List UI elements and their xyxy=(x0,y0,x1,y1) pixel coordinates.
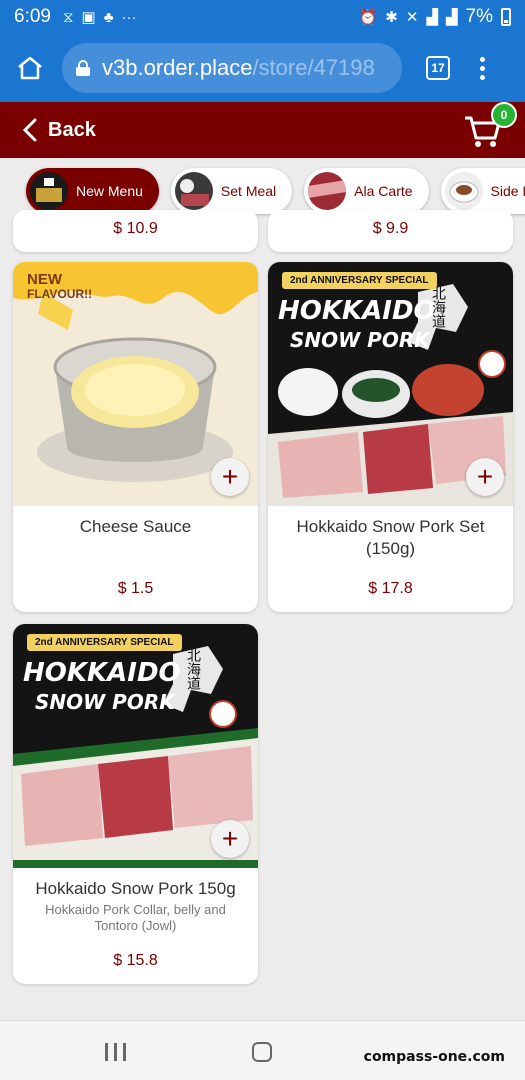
add-to-cart-button[interactable]: + xyxy=(466,458,504,496)
product-price: $ 9.9 xyxy=(372,220,409,237)
category-side-dish[interactable]: Side Dish xyxy=(440,168,525,214)
clock: 6:09 xyxy=(14,6,51,27)
battery-percent: 7% xyxy=(465,6,493,27)
anniversary-banner: 2nd ANNIVERSARY SPECIAL xyxy=(282,272,437,289)
product-card[interactable]: $ 9.9 xyxy=(268,210,513,252)
product-name: Cheese Sauce xyxy=(79,517,192,536)
promo-title-line-1: HOKKAIDO xyxy=(278,296,436,326)
product-name: Hokkaido Snow Pork Set (150g) xyxy=(296,517,485,558)
promo-title-line-2: SNOW PORK xyxy=(35,690,175,714)
product-image: 2nd ANNIVERSARY SPECIAL HOKKAIDO SNOW PO… xyxy=(13,624,258,868)
promo-japanese-text: 北海道 xyxy=(185,648,201,690)
product-card[interactable]: 2nd ANNIVERSARY SPECIAL HOKKAIDO SNOW PO… xyxy=(268,262,513,612)
product-description: Hokkaido Pork Collar, belly and Tontoro … xyxy=(45,902,226,933)
system-navigation-bar: compass-one.com xyxy=(0,1020,525,1080)
product-card[interactable]: 2nd ANNIVERSARY SPECIAL HOKKAIDO SNOW PO… xyxy=(13,624,258,984)
product-card[interactable]: $ 10.9 xyxy=(13,210,258,252)
cart-button[interactable]: 0 xyxy=(463,102,517,150)
back-label: Back xyxy=(48,118,96,141)
badge-line-1: NEW xyxy=(27,271,62,288)
category-label: Ala Carte xyxy=(354,183,413,199)
add-to-cart-button[interactable]: + xyxy=(211,820,249,858)
category-label: New Menu xyxy=(76,183,143,199)
home-icon[interactable] xyxy=(12,50,48,86)
new-flavour-badge: NEW FLAVOUR!! xyxy=(27,272,92,302)
image-icon: ▣ xyxy=(81,9,96,26)
home-nav-icon[interactable] xyxy=(252,1042,272,1062)
promo-title-line-2: SNOW PORK xyxy=(290,328,430,352)
category-new-menu[interactable]: New Menu xyxy=(26,168,159,214)
category-ala-carte[interactable]: Ala Carte xyxy=(304,168,429,214)
url-path: /store/47198 xyxy=(252,55,375,80)
url-host: v3b.order.place xyxy=(102,55,253,80)
product-price: $ 1.5 xyxy=(117,580,154,597)
bluetooth-icon: ✱ xyxy=(385,9,398,26)
product-price: $ 10.9 xyxy=(113,220,158,237)
recent-apps-icon[interactable] xyxy=(105,1043,126,1061)
browser-menu-icon[interactable] xyxy=(480,56,485,80)
ala-carte-thumbnail xyxy=(308,172,347,210)
badge-line-2: FLAVOUR!! xyxy=(27,287,93,301)
app-header: Back 0 xyxy=(0,102,525,158)
battery-icon xyxy=(501,8,511,26)
product-price: $ 15.8 xyxy=(113,952,158,969)
chevron-left-icon xyxy=(22,118,37,142)
add-to-cart-button[interactable]: + xyxy=(211,458,249,496)
wifi-icon: ▟ xyxy=(445,9,458,26)
signal-icon: ▟ xyxy=(426,9,438,26)
product-name: Hokkaido Snow Pork 150g xyxy=(35,879,236,898)
hourglass-icon: ⧖ xyxy=(62,8,74,26)
promo-title-line-1: HOKKAIDO xyxy=(23,658,181,688)
teams-icon: ♣ xyxy=(103,8,114,26)
address-bar[interactable]: v3b.order.place /store/47198 xyxy=(62,43,402,93)
back-button[interactable]: Back xyxy=(22,117,96,143)
product-image: 2nd ANNIVERSARY SPECIAL HOKKAIDO SNOW PO… xyxy=(268,262,513,506)
product-price: $ 17.8 xyxy=(368,580,413,597)
product-image: NEW FLAVOUR!! + xyxy=(13,262,258,506)
status-bar: 6:09 ⧖ ▣ ♣ ··· ⏰ ✱ ✕ ▟ ▟ 7% xyxy=(0,0,525,34)
side-dish-thumbnail xyxy=(444,172,483,210)
anniversary-banner: 2nd ANNIVERSARY SPECIAL xyxy=(27,634,182,651)
browser-toolbar: v3b.order.place /store/47198 17 xyxy=(0,34,525,102)
promo-japanese-text: 北海道 xyxy=(430,286,446,328)
more-dots-icon: ··· xyxy=(121,8,137,26)
mute-icon: ✕ xyxy=(405,9,419,26)
tab-switcher-button[interactable]: 17 xyxy=(426,56,450,80)
watermark: compass-one.com xyxy=(363,1049,505,1065)
set-meal-thumbnail xyxy=(174,172,213,210)
cart-count-badge: 0 xyxy=(491,102,517,128)
alarm-icon: ⏰ xyxy=(358,9,378,26)
category-set-meal[interactable]: Set Meal xyxy=(170,168,293,214)
new-menu-thumbnail xyxy=(30,172,68,210)
lock-icon xyxy=(76,60,90,76)
meat-badge-icon xyxy=(209,700,237,728)
meat-badge-icon xyxy=(478,350,506,378)
category-label: Set Meal xyxy=(220,183,277,199)
category-label: Side Dish xyxy=(490,183,525,199)
product-card[interactable]: NEW FLAVOUR!! + Cheese Sauce $ 1.5 xyxy=(13,262,258,612)
